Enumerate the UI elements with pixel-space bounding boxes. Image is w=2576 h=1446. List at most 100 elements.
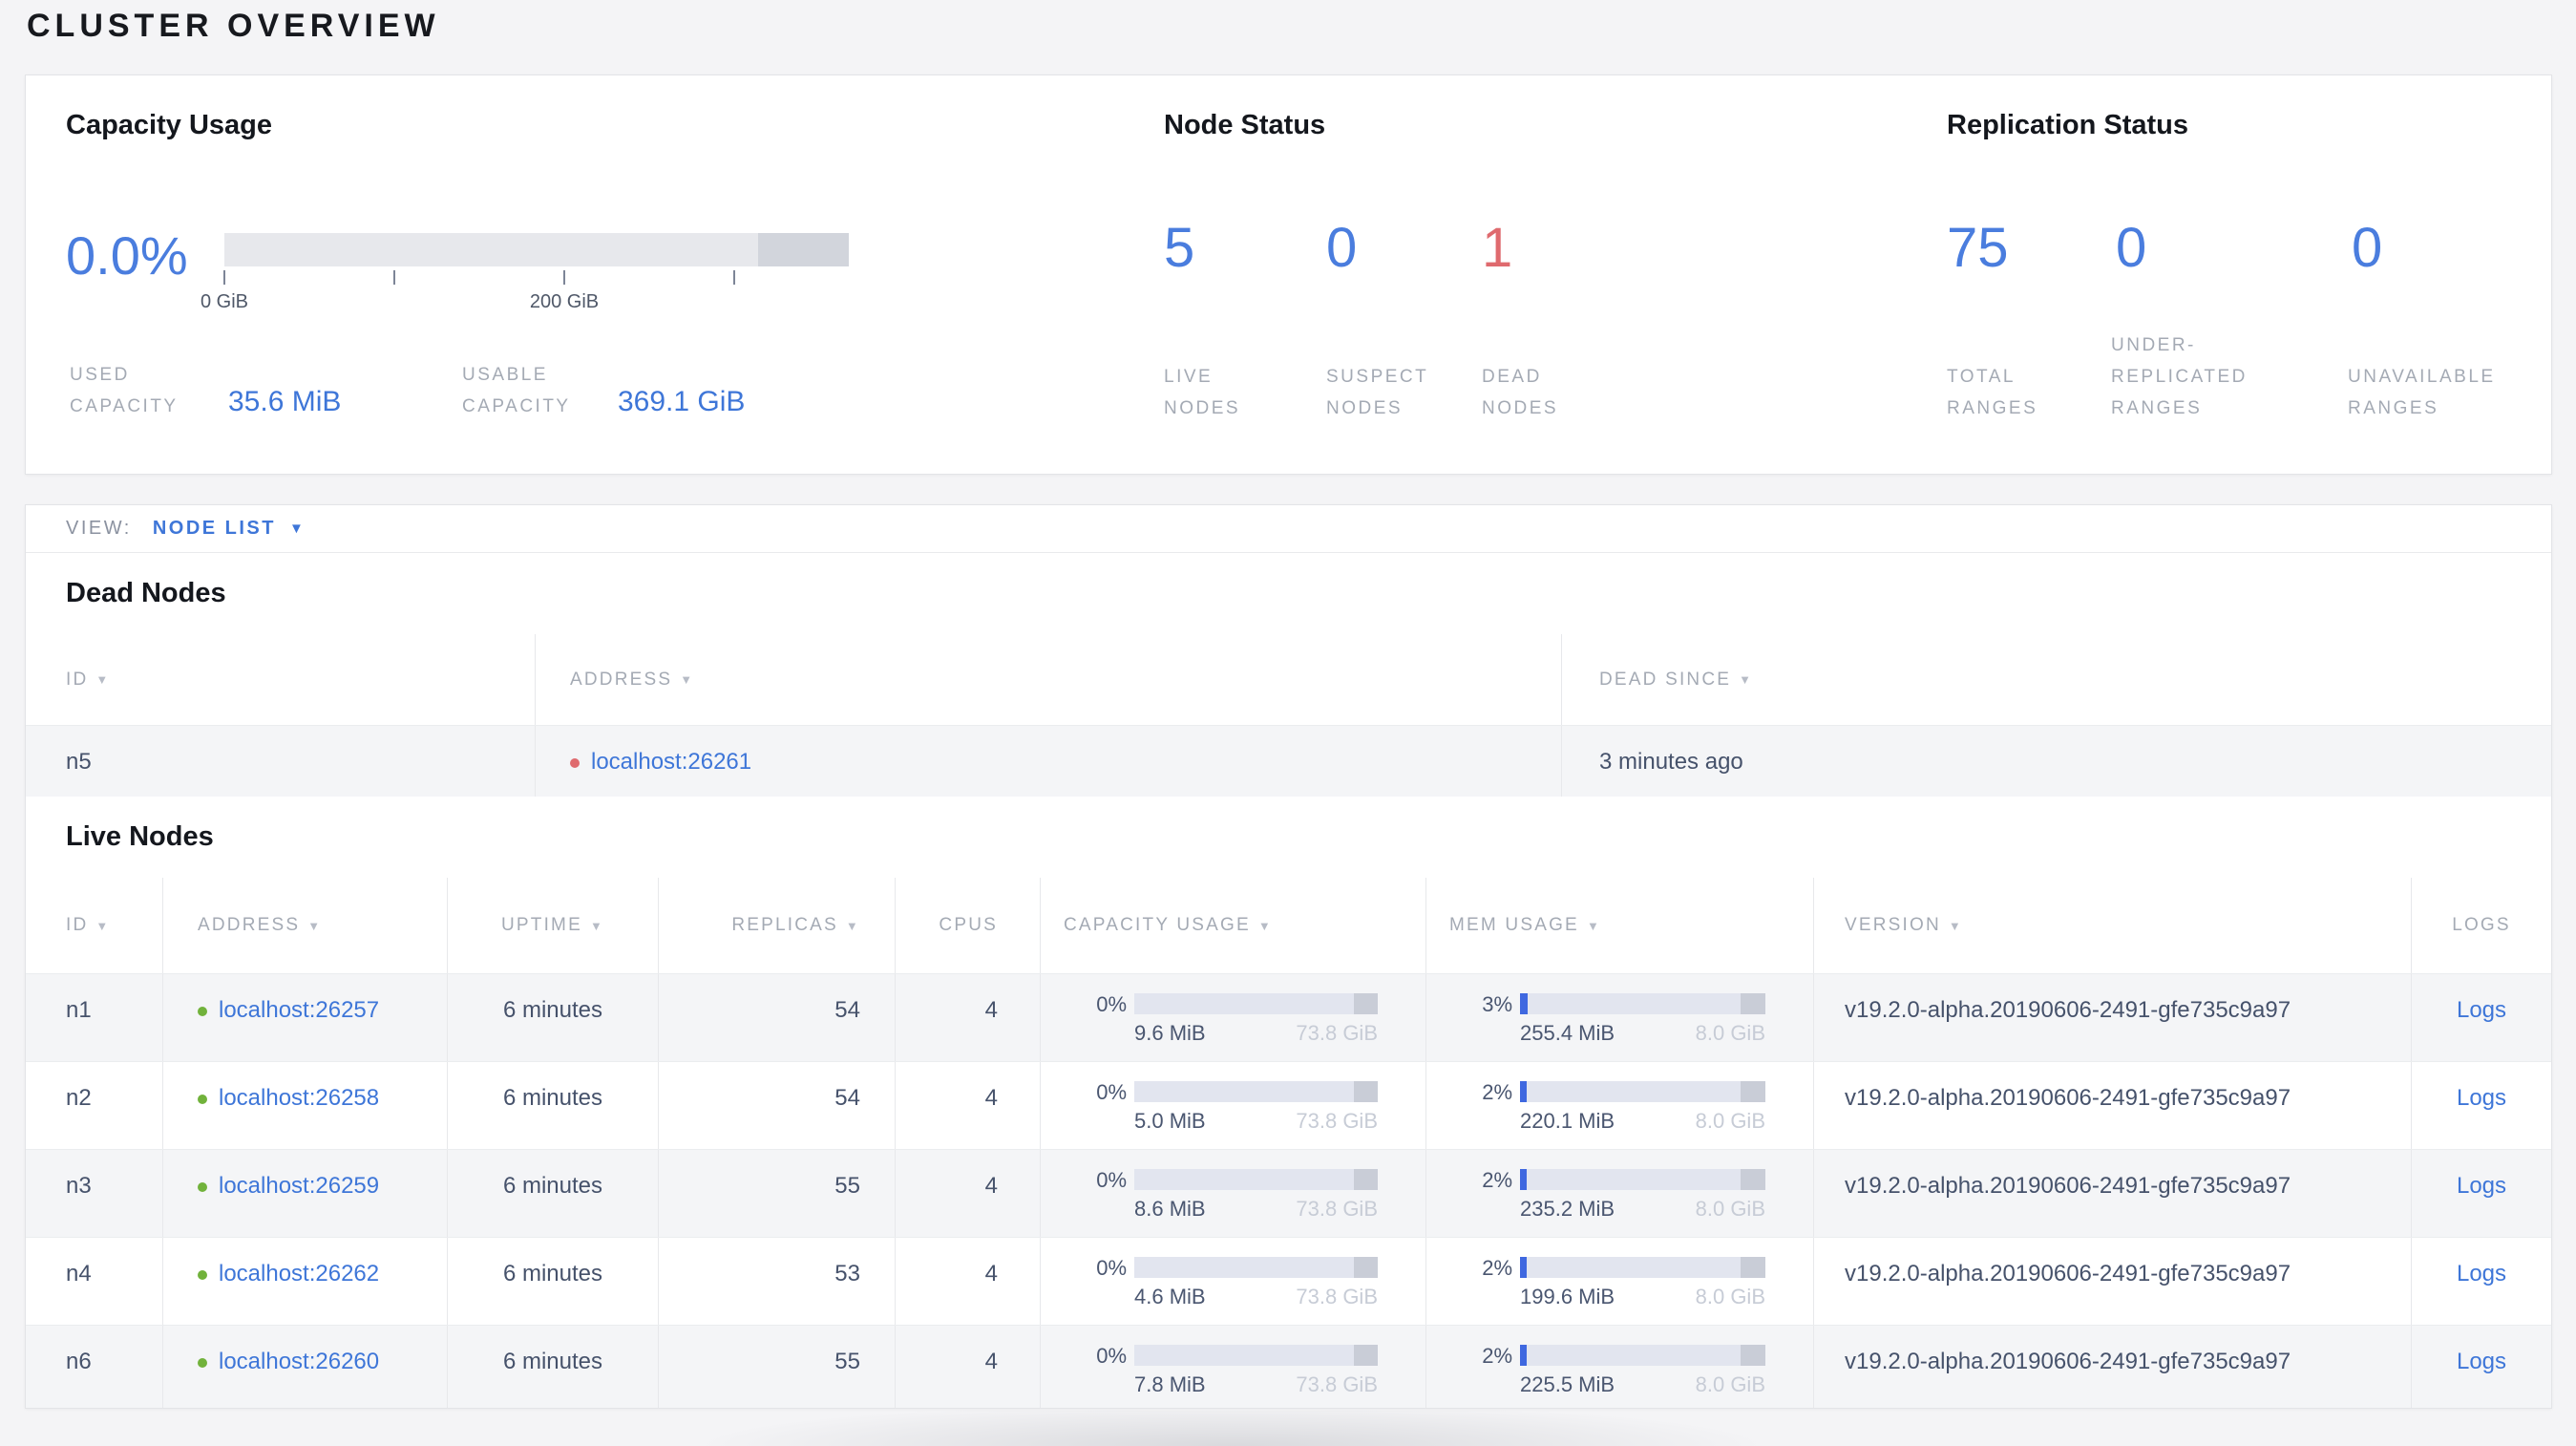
mem-total: 8.0 GiB bbox=[1695, 1197, 1765, 1221]
live-node-row: n6 localhost:26260 6 minutes 55 4 0% 7.8… bbox=[26, 1325, 2551, 1408]
node-address-link[interactable]: localhost:26258 bbox=[219, 1085, 379, 1111]
node-id: n2 bbox=[66, 1085, 92, 1111]
node-address-link[interactable]: localhost:26261 bbox=[591, 749, 751, 775]
view-mode-dropdown[interactable]: NODE LIST ▼ bbox=[153, 518, 304, 540]
chevron-down-icon: ▼ bbox=[288, 521, 304, 537]
under-replicated-label: UNDER-REPLICATED RANGES bbox=[2111, 335, 2248, 418]
column-header-address[interactable]: ADDRESS ▼ bbox=[162, 878, 447, 973]
axis-tick-label: 0 GiB bbox=[200, 291, 249, 312]
column-header-address[interactable]: ADDRESS ▼ bbox=[535, 634, 1561, 725]
sort-icon: ▼ bbox=[1586, 918, 1602, 933]
logs-cell: Logs bbox=[2411, 974, 2551, 1061]
capacity-total: 73.8 GiB bbox=[1296, 1372, 1378, 1396]
capacity-total: 73.8 GiB bbox=[1296, 1197, 1378, 1221]
dead-nodes-table-header: ID ▼ ADDRESS ▼ DEAD SINCE ▼ bbox=[26, 634, 2551, 725]
capacity-total: 73.8 GiB bbox=[1296, 1109, 1378, 1133]
live-nodes-table-body: n1 localhost:26257 6 minutes 54 4 0% 9.6… bbox=[26, 973, 2551, 1408]
usable-capacity-value: 369.1 GiB bbox=[618, 386, 746, 417]
total-ranges-stat: 75 TOTAL RANGES bbox=[1947, 75, 2104, 474]
node-address-link[interactable]: localhost:26262 bbox=[219, 1261, 379, 1287]
node-address-link[interactable]: localhost:26257 bbox=[219, 997, 379, 1023]
live-node-row: n4 localhost:26262 6 minutes 53 4 0% 4.6… bbox=[26, 1237, 2551, 1325]
sort-icon: ▼ bbox=[95, 918, 111, 933]
mem-usage-bar bbox=[1520, 1081, 1765, 1102]
mem-used: 235.2 MiB bbox=[1520, 1197, 1615, 1221]
column-header-mem-usage[interactable]: MEM USAGE ▼ bbox=[1425, 878, 1813, 973]
node-uptime: 6 minutes bbox=[447, 1150, 658, 1237]
column-header-dead-since[interactable]: DEAD SINCE ▼ bbox=[1561, 634, 2551, 725]
axis-tick bbox=[563, 270, 565, 285]
node-uptime: 6 minutes bbox=[447, 1238, 658, 1325]
column-header-capacity-usage[interactable]: CAPACITY USAGE ▼ bbox=[1040, 878, 1425, 973]
unavailable-ranges-count: 0 bbox=[2352, 217, 2383, 279]
bar-dark-segment bbox=[1353, 1169, 1378, 1190]
capacity-percent: 0% bbox=[1096, 1080, 1127, 1104]
dead-node-row: n5 localhost:26261 3 minutes ago bbox=[26, 725, 2551, 797]
axis-tick bbox=[393, 270, 395, 285]
node-address-link[interactable]: localhost:26260 bbox=[219, 1349, 379, 1374]
mem-percent: 2% bbox=[1482, 1256, 1512, 1280]
usable-capacity-label: USABLE CAPACITY bbox=[462, 365, 571, 416]
sort-icon: ▼ bbox=[845, 918, 860, 933]
logs-cell: Logs bbox=[2411, 1238, 2551, 1325]
live-status-dot-icon bbox=[198, 1357, 207, 1368]
node-version: v19.2.0-alpha.20190606-2491-gfe735c9a97 bbox=[1813, 1150, 2411, 1237]
mem-usage-cell: 2% 220.1 MiB 8.0 GiB bbox=[1425, 1062, 1813, 1149]
axis-tick bbox=[733, 270, 735, 285]
capacity-used: 4.6 MiB bbox=[1134, 1285, 1206, 1308]
suspect-nodes-stat: 0 SUSPECT NODES bbox=[1326, 75, 1479, 474]
live-status-dot-icon bbox=[198, 1269, 207, 1280]
column-header-uptime[interactable]: UPTIME ▼ bbox=[447, 878, 658, 973]
bar-dark-segment bbox=[1353, 1081, 1378, 1102]
node-cpus: 4 bbox=[895, 1062, 1040, 1149]
node-replicas: 53 bbox=[658, 1238, 895, 1325]
dead-since: 3 minutes ago bbox=[1561, 726, 2551, 797]
capacity-usage-bar bbox=[1134, 1169, 1378, 1190]
node-id: n5 bbox=[66, 749, 92, 775]
column-header-version[interactable]: VERSION ▼ bbox=[1813, 878, 2411, 973]
live-nodes-stat: 5 LIVE NODES bbox=[1164, 75, 1317, 474]
node-id: n4 bbox=[66, 1261, 92, 1287]
logs-link[interactable]: Logs bbox=[2457, 997, 2506, 1061]
column-header-id[interactable]: ID ▼ bbox=[26, 878, 162, 973]
node-replicas: 54 bbox=[658, 974, 895, 1061]
axis-tick-label: 200 GiB bbox=[529, 291, 600, 312]
bar-dark-segment bbox=[1353, 1257, 1378, 1278]
capacity-total: 73.8 GiB bbox=[1296, 1285, 1378, 1308]
capacity-usage-bar bbox=[1134, 1257, 1378, 1278]
mem-percent: 2% bbox=[1482, 1344, 1512, 1368]
column-header-replicas[interactable]: REPLICAS ▼ bbox=[658, 878, 895, 973]
mem-usage-bar bbox=[1520, 993, 1765, 1014]
mem-total: 8.0 GiB bbox=[1695, 1021, 1765, 1045]
dead-nodes-table-body: n5 localhost:26261 3 minutes ago bbox=[26, 725, 2551, 797]
node-replicas: 54 bbox=[658, 1062, 895, 1149]
mem-used: 255.4 MiB bbox=[1520, 1021, 1615, 1045]
logs-link[interactable]: Logs bbox=[2457, 1349, 2506, 1408]
node-id: n1 bbox=[66, 997, 92, 1023]
live-nodes-heading: Live Nodes bbox=[66, 821, 214, 852]
capacity-usage-title: Capacity Usage bbox=[66, 110, 272, 140]
logs-link[interactable]: Logs bbox=[2457, 1173, 2506, 1237]
column-header-id[interactable]: ID ▼ bbox=[26, 634, 535, 725]
capacity-percent: 0% bbox=[1096, 1256, 1127, 1280]
bar-dark-segment bbox=[1353, 1345, 1378, 1366]
node-address-cell: localhost:26258 bbox=[162, 1062, 447, 1149]
mem-used: 225.5 MiB bbox=[1520, 1372, 1615, 1396]
logs-link[interactable]: Logs bbox=[2457, 1261, 2506, 1325]
live-status-dot-icon bbox=[198, 1006, 207, 1016]
node-version: v19.2.0-alpha.20190606-2491-gfe735c9a97 bbox=[1813, 1326, 2411, 1408]
bar-dark-segment bbox=[1741, 993, 1765, 1014]
bar-dark-segment bbox=[1741, 1081, 1765, 1102]
bar-fill bbox=[1520, 993, 1528, 1014]
node-cpus: 4 bbox=[895, 1238, 1040, 1325]
dead-nodes-count: 1 bbox=[1482, 217, 1513, 279]
mem-usage-cell: 3% 255.4 MiB 8.0 GiB bbox=[1425, 974, 1813, 1061]
node-address-cell: localhost:26260 bbox=[162, 1326, 447, 1408]
unavailable-ranges-label: UNAVAILABLE RANGES bbox=[2348, 367, 2496, 418]
live-status-dot-icon bbox=[198, 1181, 207, 1192]
logs-link[interactable]: Logs bbox=[2457, 1085, 2506, 1149]
node-address-cell: localhost:26262 bbox=[162, 1238, 447, 1325]
node-address-link[interactable]: localhost:26259 bbox=[219, 1173, 379, 1199]
mem-total: 8.0 GiB bbox=[1695, 1372, 1765, 1396]
logs-cell: Logs bbox=[2411, 1326, 2551, 1408]
